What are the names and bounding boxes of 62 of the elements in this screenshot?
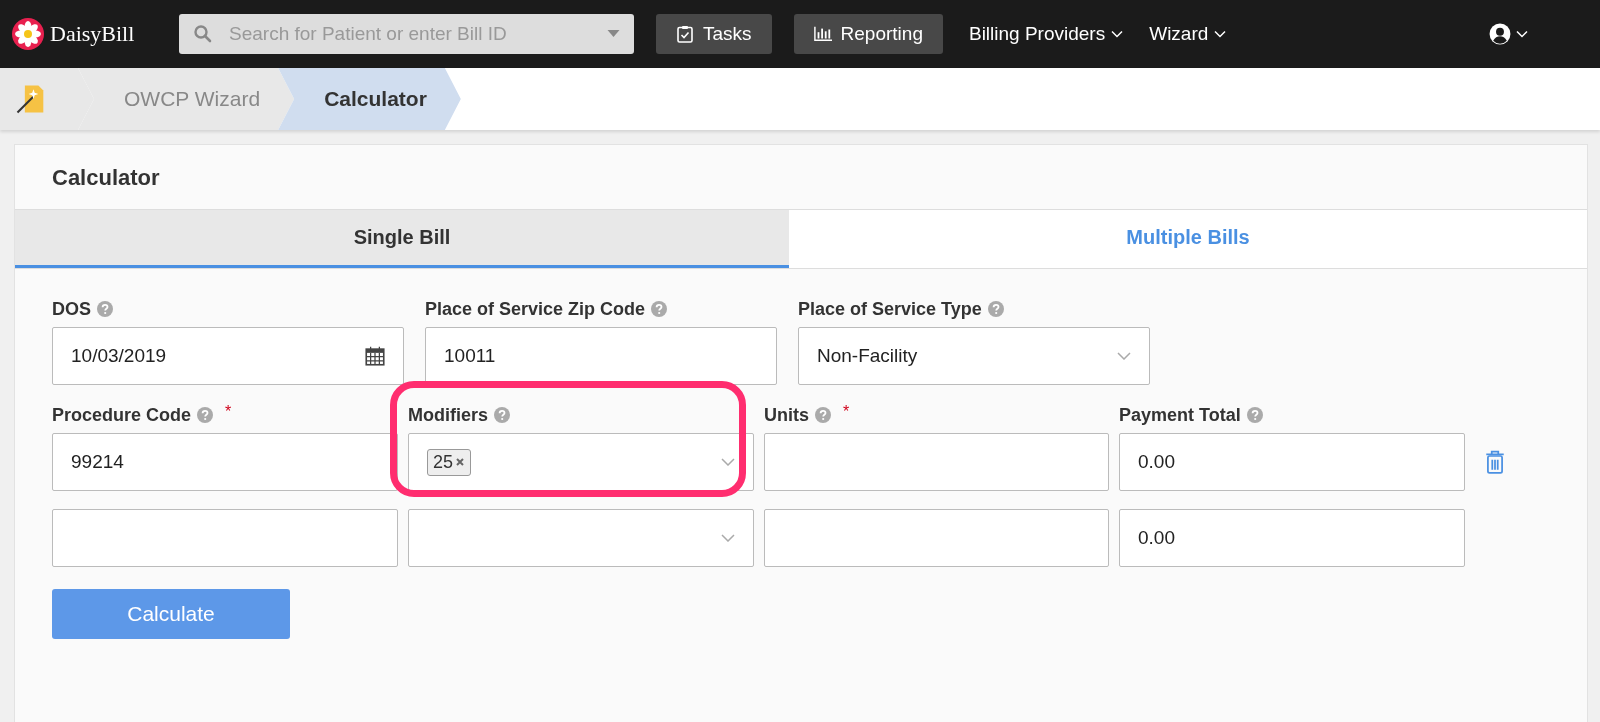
select-field[interactable] [408,509,754,567]
remove-icon[interactable] [455,457,466,467]
clipboard-check-icon [676,25,694,43]
input-field[interactable]: 10011 [425,327,777,385]
help-icon[interactable] [1246,407,1263,423]
chevron-down-icon [1214,30,1227,38]
user-menu-button[interactable] [1489,23,1528,45]
help-icon[interactable] [97,301,113,317]
field-value: 99214 [71,451,124,473]
search-input[interactable]: Search for Patient or enter Bill ID [227,22,593,46]
calendar-icon [365,346,385,366]
input-field[interactable]: 0.00 [1119,509,1465,567]
field-label: Place of Service Type [798,298,982,320]
bar-chart-icon [813,25,832,43]
input-field[interactable]: 0.00 [1119,433,1465,491]
help-icon[interactable] [987,301,1004,317]
breadcrumb-item[interactable]: Calculator [278,68,461,130]
field-value: 0.00 [1138,451,1175,473]
field-value: 0.00 [1138,527,1175,549]
input-field[interactable] [52,509,398,567]
field-label: Place of Service Zip Code [425,298,646,320]
required-asterisk: * [225,403,232,421]
nav-menu[interactable]: Billing Providers [968,23,1124,45]
help-icon[interactable] [197,407,214,423]
card-title: Calculator [51,164,161,192]
field-label: Units [764,404,809,426]
search-box[interactable]: Search for Patient or enter Bill ID [179,14,634,54]
logo-text[interactable]: DaisyBill [50,21,135,47]
trash-icon[interactable] [1485,450,1505,474]
date-field[interactable]: 10/03/2019 [52,327,404,385]
select-field[interactable]: Non-Facility [798,327,1150,385]
dropdown-caret-icon [607,30,620,38]
field-label: Procedure Code [52,404,192,426]
input-field[interactable] [764,509,1109,567]
chevron-down-icon [721,534,735,542]
chevron-down-icon [1111,30,1124,38]
search-icon [193,24,213,44]
field-value: 10/03/2019 [71,345,167,367]
input-field[interactable] [764,433,1109,491]
daisy-logo-icon [12,18,44,50]
help-icon[interactable] [494,407,510,423]
home-breadcrumb[interactable] [0,68,94,130]
modifier-tag[interactable]: 25 [427,448,472,476]
chevron-down-icon [1117,352,1131,360]
field-label: Payment Total [1119,404,1241,426]
help-icon[interactable] [815,407,831,423]
nav-menu[interactable]: Wizard [1149,23,1227,45]
chevron-down-icon [1516,30,1528,38]
user-avatar-icon [1489,23,1511,45]
field-value: 10011 [444,345,496,367]
select-field[interactable]: 25 [408,433,754,491]
field-label: DOS [52,298,91,320]
input-field[interactable]: 99214 [52,433,398,491]
chevron-down-icon [721,458,735,466]
tasks-button[interactable]: Tasks [656,14,772,54]
help-icon[interactable] [651,301,668,317]
tab[interactable]: Single Bill [15,210,789,268]
field-value: Non-Facility [817,345,918,367]
reporting-button[interactable]: Reporting [793,14,943,54]
required-asterisk: * [843,403,850,421]
field-label: Modifiers [408,404,488,426]
wizard-document-icon [16,83,46,115]
